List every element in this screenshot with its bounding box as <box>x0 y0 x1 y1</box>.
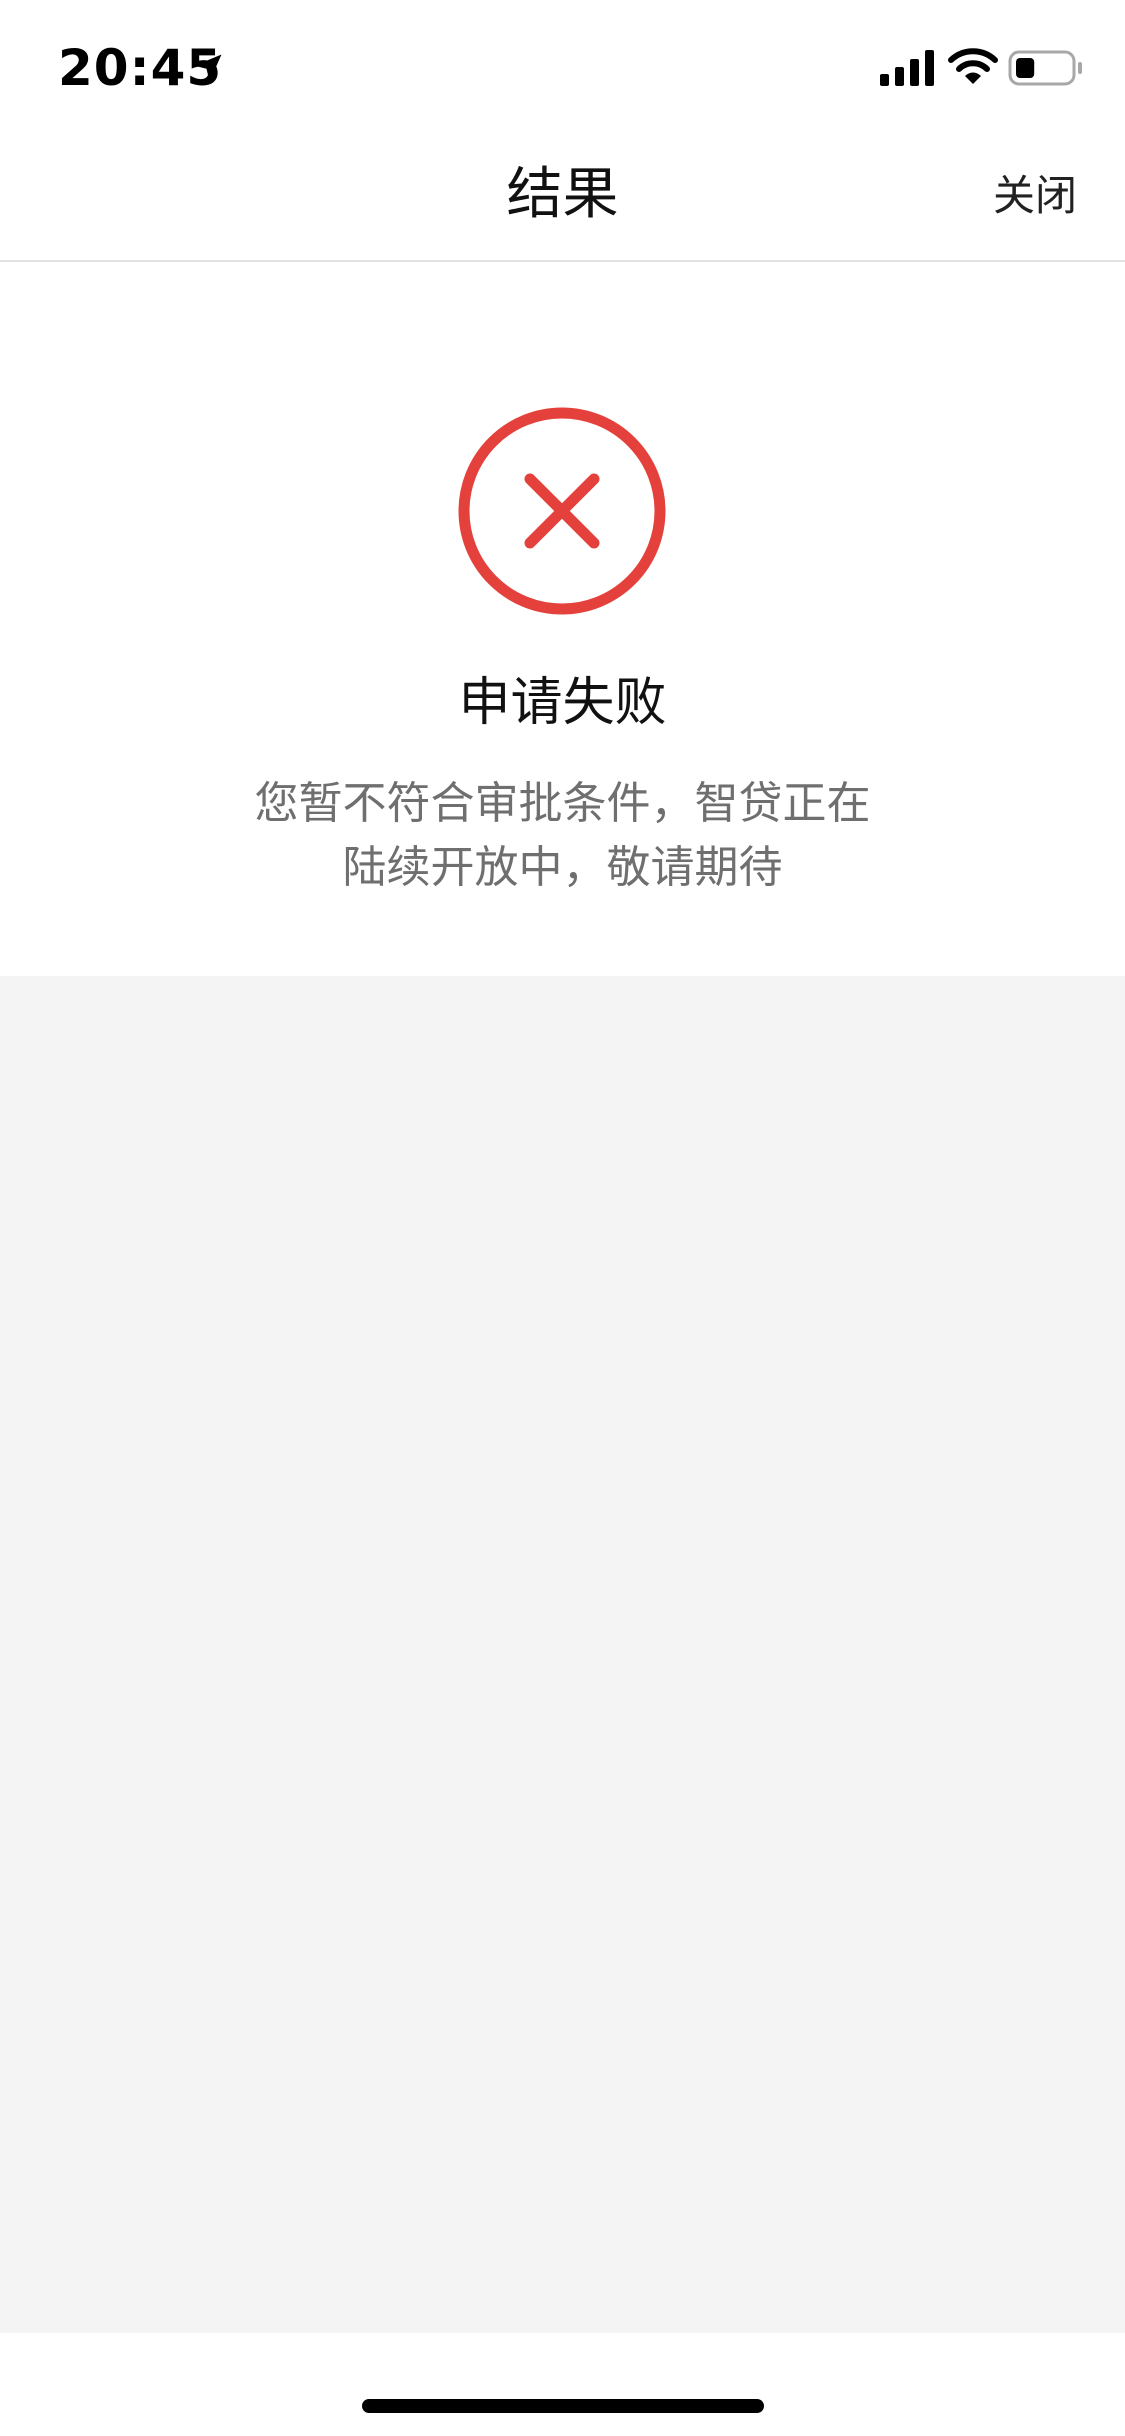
result-card: 申请失败 您暂不符合审批条件，智贷正在 陆续开放中，敬请期待 <box>0 262 1125 976</box>
result-message-line-2: 陆续开放中，敬请期待 <box>342 842 783 893</box>
location-arrow-icon <box>194 54 222 82</box>
nav-bar: 结果 关闭 <box>0 132 1125 262</box>
result-title: 申请失败 <box>458 673 667 733</box>
cellular-signal-icon <box>880 50 934 86</box>
close-button[interactable]: 关闭 <box>993 168 1077 224</box>
battery-icon <box>1008 50 1082 86</box>
bottom-safe-area <box>0 2333 1125 2436</box>
result-message: 您暂不符合审批条件，智贷正在 陆续开放中，敬请期待 <box>230 772 895 900</box>
result-message-line-1: 您暂不符合审批条件，智贷正在 <box>254 778 871 829</box>
status-bar: 20:45 <box>0 0 1125 132</box>
error-circle-x-icon <box>458 407 666 615</box>
home-indicator[interactable] <box>362 2399 764 2413</box>
wifi-icon <box>948 48 998 84</box>
page-title: 结果 <box>506 162 619 227</box>
